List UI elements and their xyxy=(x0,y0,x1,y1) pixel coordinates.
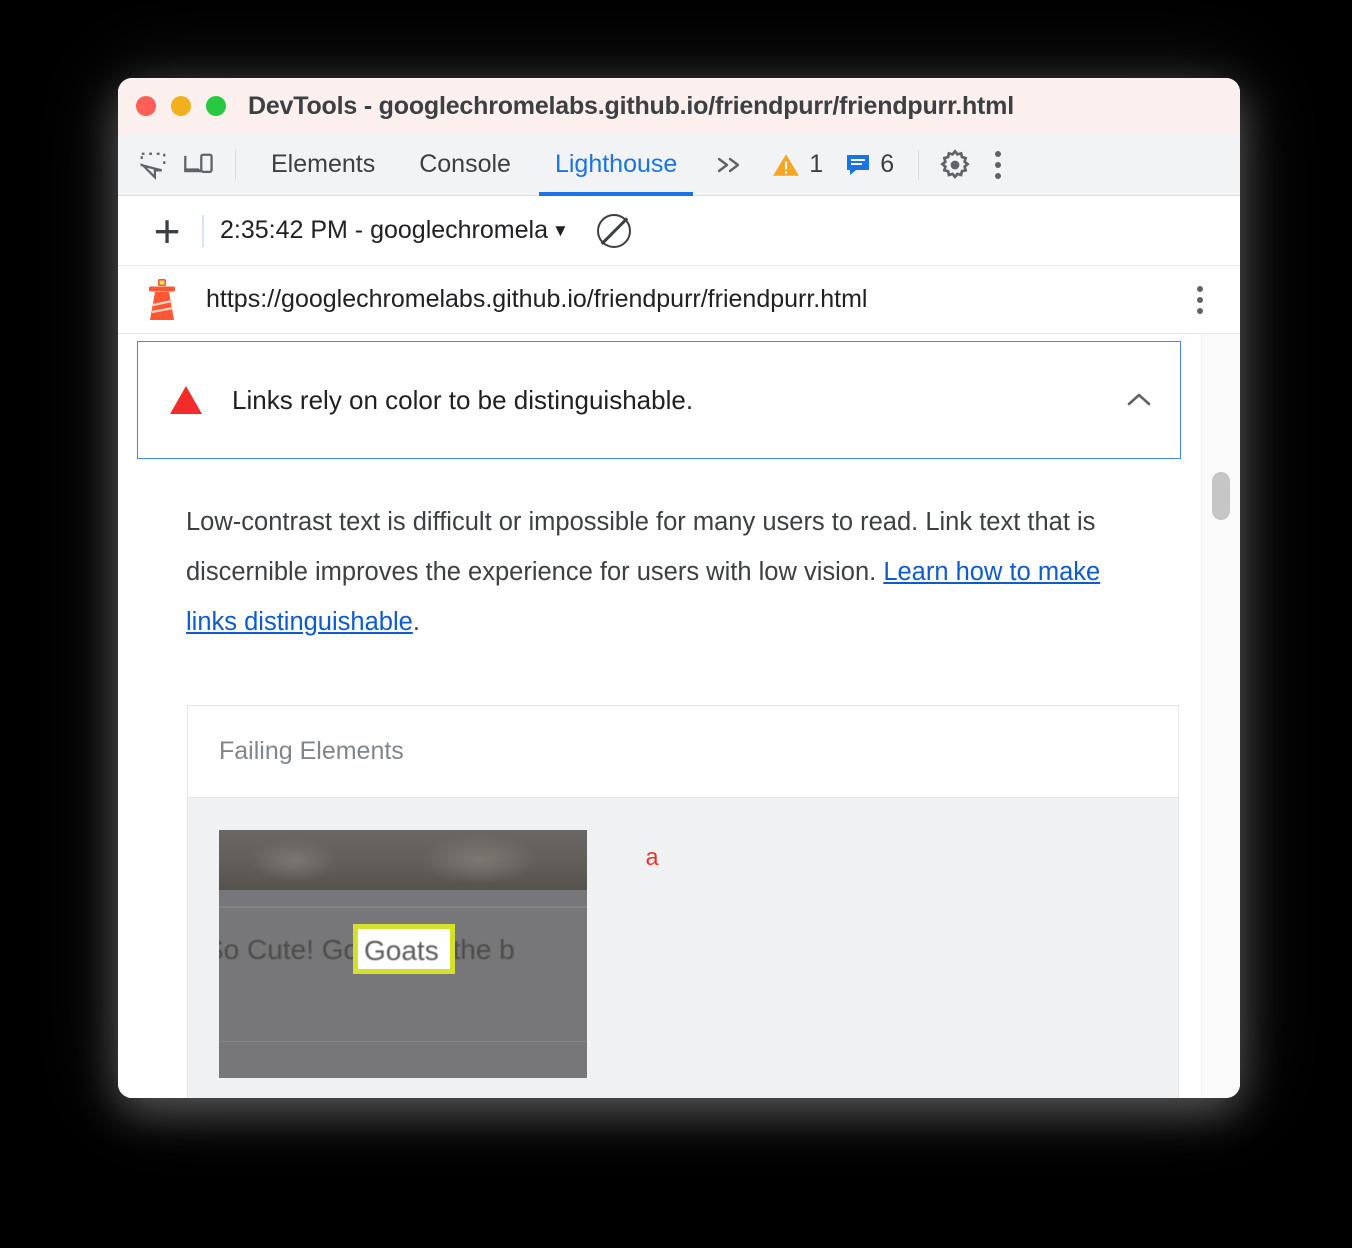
devtools-window: DevTools - googlechromelabs.github.io/fr… xyxy=(118,78,1240,1098)
device-toolbar-icon[interactable] xyxy=(176,143,222,187)
thumbnail-separator xyxy=(219,906,587,908)
toolbar-divider-2 xyxy=(918,149,920,180)
failing-elements-card: Failing Elements So Cute! Goats are the … xyxy=(187,705,1179,1098)
window-title: DevTools - googlechromelabs.github.io/fr… xyxy=(248,91,1014,120)
tab-lighthouse[interactable]: Lighthouse xyxy=(533,134,699,196)
message-counter[interactable]: 6 xyxy=(834,150,905,179)
devtools-tab-strip: Elements Console Lighthouse 1 6 xyxy=(118,134,1240,196)
minimize-button[interactable] xyxy=(171,96,191,116)
report-vertical-scrollbar[interactable] xyxy=(1201,334,1240,1098)
audit-description-suffix: . xyxy=(412,608,420,636)
run-selector-label: 2:35:42 PM - googlechromela xyxy=(220,216,548,244)
chevron-up-icon[interactable] xyxy=(1122,383,1156,417)
failing-node-selector[interactable]: a xyxy=(645,846,659,1098)
no-entry-icon[interactable] xyxy=(596,213,631,248)
failing-elements-title: Failing Elements xyxy=(219,737,404,765)
tab-console[interactable]: Console xyxy=(397,134,533,196)
devtools-overflow-menu-icon[interactable] xyxy=(978,143,1018,187)
report-content: Links rely on color to be distinguishabl… xyxy=(118,334,1201,1098)
lighthouse-icon xyxy=(140,277,184,323)
element-screenshot-thumbnail[interactable]: So Cute! Goats are the b Goats xyxy=(219,830,587,1078)
more-tabs-icon[interactable] xyxy=(699,153,761,177)
new-audit-button[interactable]: + xyxy=(138,208,196,254)
inspect-element-icon[interactable] xyxy=(130,143,176,187)
lighthouse-report-body: Links rely on color to be distinguishabl… xyxy=(118,334,1240,1098)
gear-icon[interactable] xyxy=(932,143,978,187)
report-menu-icon[interactable] xyxy=(1180,278,1220,322)
toolbar-divider xyxy=(235,149,236,180)
highlighted-word: Goats xyxy=(364,935,439,966)
runbar-divider xyxy=(202,214,204,247)
report-url: https://googlechromelabs.github.io/frien… xyxy=(206,285,868,313)
report-url-bar: https://googlechromelabs.github.io/frien… xyxy=(118,266,1240,334)
window-controls[interactable] xyxy=(136,96,226,116)
thumbnail-separator-bottom xyxy=(219,1041,587,1042)
lighthouse-run-toolbar: + 2:35:42 PM - googlechromela ▼ xyxy=(118,196,1240,266)
failing-elements-header: Failing Elements xyxy=(188,706,1178,798)
chevron-down-icon: ▼ xyxy=(551,220,569,240)
run-selector-dropdown[interactable]: 2:35:42 PM - googlechromela ▼ xyxy=(220,216,569,245)
screenshot-root: DevTools - googlechromelabs.github.io/fr… xyxy=(0,0,1352,1248)
close-button[interactable] xyxy=(136,96,156,116)
window-title-bar: DevTools - googlechromelabs.github.io/fr… xyxy=(118,78,1240,134)
red-triangle-icon xyxy=(170,386,202,414)
warning-counter[interactable]: 1 xyxy=(761,150,834,179)
message-icon xyxy=(847,154,870,175)
thumbnail-image-band xyxy=(219,830,587,890)
tab-elements[interactable]: Elements xyxy=(249,134,397,196)
audit-header[interactable]: Links rely on color to be distinguishabl… xyxy=(137,341,1181,459)
message-count: 6 xyxy=(880,150,895,178)
scrollbar-thumb[interactable] xyxy=(1212,472,1230,520)
audit-title: Links rely on color to be distinguishabl… xyxy=(232,384,694,415)
warning-count: 1 xyxy=(809,150,824,178)
maximize-button[interactable] xyxy=(206,96,226,116)
audit-description: Low-contrast text is difficult or imposs… xyxy=(186,497,1133,647)
warning-triangle-icon xyxy=(773,153,800,176)
element-highlight-box: Goats xyxy=(353,924,455,974)
failing-elements-body: So Cute! Goats are the b Goats a xyxy=(188,798,1178,1098)
